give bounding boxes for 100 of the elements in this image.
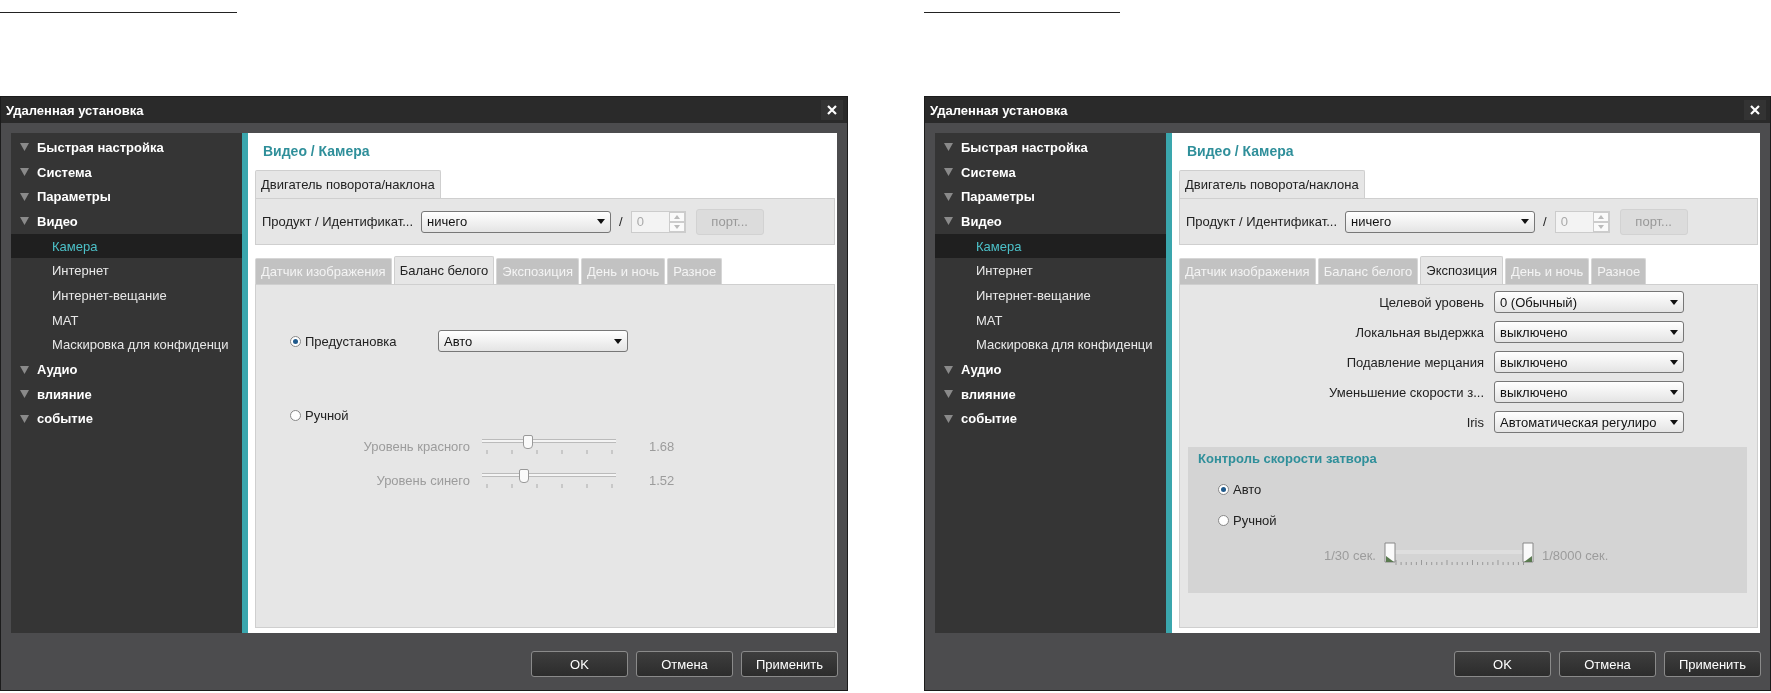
dropdown[interactable]: 0 (Обычный) <box>1494 291 1684 313</box>
radio-label[interactable]: Ручной <box>305 408 349 423</box>
radio-label[interactable]: Предустановка <box>305 333 397 349</box>
caret-icon <box>1670 419 1678 425</box>
tree-item[interactable]: Камера <box>935 233 1166 259</box>
spin-down-button[interactable] <box>668 221 685 232</box>
tree-item[interactable]: влияние <box>935 381 1166 407</box>
caret-icon <box>1521 219 1529 224</box>
dropdown[interactable]: выключено <box>1494 321 1684 343</box>
window-title: Удаленная установка <box>6 102 144 118</box>
tree-item[interactable]: Камера <box>11 233 242 259</box>
dropdown[interactable]: Авто <box>438 330 628 352</box>
caret-icon <box>1670 359 1678 365</box>
tree-item[interactable]: Интернет-вещание <box>935 283 1166 308</box>
tree-item[interactable]: Система <box>935 159 1166 185</box>
field-label: Локальная выдержка <box>1354 324 1484 340</box>
dialog-button[interactable]: Отмена <box>1559 651 1656 677</box>
dialog-button[interactable]: OK <box>1454 651 1551 677</box>
tree-item[interactable]: Параметры <box>935 184 1166 210</box>
tree-item[interactable]: влияние <box>11 381 242 407</box>
dropdown[interactable]: выключено <box>1494 351 1684 373</box>
close-icon <box>827 105 837 115</box>
triangle-icon <box>944 192 953 201</box>
up-arrow-icon <box>673 214 680 219</box>
tree-item[interactable]: Интернет <box>11 258 242 284</box>
close-icon <box>1750 105 1760 115</box>
radio-button[interactable] <box>290 335 301 347</box>
tree-item[interactable]: Видео <box>935 209 1166 234</box>
dropdown[interactable]: Автоматическая регулиро <box>1494 411 1684 433</box>
caret-icon <box>1670 329 1678 335</box>
triangle-icon <box>944 168 953 177</box>
field-label: Продукт / Идентификат... <box>262 214 413 229</box>
slider-value: 1.52 <box>649 472 675 488</box>
field-label: Целевой уровень <box>1378 294 1484 310</box>
tree-item[interactable]: Система <box>11 159 242 185</box>
radio-button[interactable] <box>1218 484 1229 495</box>
field-label: Подавление мерцания <box>1345 354 1484 370</box>
tree-item[interactable]: MAT <box>11 307 242 333</box>
separator-text: / <box>619 214 623 229</box>
dialog-button[interactable]: Применить <box>1664 651 1761 677</box>
tree-item[interactable]: событие <box>935 406 1166 432</box>
close-button[interactable] <box>1744 100 1766 120</box>
spin-up-button[interactable] <box>668 211 685 222</box>
dialog-button[interactable]: OK <box>531 651 628 677</box>
range-min-label: 1/30 сек. <box>1324 547 1376 563</box>
down-arrow-icon <box>673 224 680 229</box>
tree-item[interactable]: MAT <box>935 307 1166 333</box>
dialog-button[interactable]: Отмена <box>636 651 733 677</box>
tab[interactable]: Двигатель поворота/наклона <box>255 170 441 198</box>
triangle-icon <box>944 414 953 423</box>
up-arrow-icon <box>1597 214 1604 219</box>
radio-label[interactable]: Ручной <box>1233 513 1277 528</box>
tree-item[interactable]: Интернет <box>935 258 1166 284</box>
dropdown[interactable]: выключено <box>1494 381 1684 403</box>
slider-value: 1.68 <box>649 438 675 454</box>
triangle-icon <box>20 143 29 152</box>
field-label: Уменьшение скорости з... <box>1328 384 1484 400</box>
tree-item[interactable]: Параметры <box>11 184 242 210</box>
separator-text: / <box>1543 214 1547 229</box>
triangle-icon <box>20 365 29 374</box>
dialog-button[interactable]: Применить <box>741 651 838 677</box>
section-heading: Видео / Камера <box>1187 143 1294 161</box>
triangle-icon <box>944 390 953 399</box>
triangle-icon <box>20 217 29 226</box>
tree-item[interactable]: Интернет-вещание <box>11 283 242 308</box>
triangle-icon <box>20 192 29 201</box>
radio-button[interactable] <box>290 410 301 421</box>
spin-down-button[interactable] <box>1592 221 1609 232</box>
caret-icon <box>1670 299 1678 305</box>
triangle-icon <box>20 168 29 177</box>
tab[interactable]: Баланс белого <box>393 256 495 284</box>
radio-label[interactable]: Авто <box>1233 482 1262 497</box>
window-title: Удаленная установка <box>930 102 1068 118</box>
tree-item[interactable]: Маскировка для конфиденци <box>11 332 242 358</box>
group-title: Контроль скорости затвора <box>1198 451 1377 466</box>
triangle-icon <box>20 390 29 399</box>
tree-item[interactable]: Аудио <box>11 357 242 382</box>
triangle-icon <box>944 143 953 152</box>
caret-icon <box>614 338 622 344</box>
tab[interactable]: Экспозиция <box>1420 256 1504 284</box>
section-heading: Видео / Камера <box>263 143 370 161</box>
caret-icon <box>597 219 605 224</box>
tree-item[interactable]: Видео <box>11 209 242 234</box>
field-label: Iris <box>1465 414 1484 430</box>
tree-item[interactable]: Быстрая настройка <box>935 135 1166 160</box>
tree-item[interactable]: Быстрая настройка <box>11 135 242 160</box>
down-arrow-icon <box>1597 224 1604 229</box>
tree-item[interactable]: Аудио <box>935 357 1166 382</box>
radio-button[interactable] <box>1218 515 1229 526</box>
tree-item[interactable]: Маскировка для конфиденци <box>935 332 1166 358</box>
range-max-label: 1/8000 сек. <box>1541 547 1609 563</box>
spin-up-button[interactable] <box>1592 211 1609 222</box>
slider-label: Уровень красного <box>362 438 470 454</box>
triangle-icon <box>20 414 29 423</box>
tree-item[interactable]: событие <box>11 406 242 432</box>
triangle-icon <box>944 365 953 374</box>
tab[interactable]: Двигатель поворота/наклона <box>1179 170 1365 198</box>
close-button[interactable] <box>821 100 843 120</box>
field-label: Продукт / Идентификат... <box>1186 214 1337 229</box>
slider-label: Уровень синего <box>375 472 470 488</box>
